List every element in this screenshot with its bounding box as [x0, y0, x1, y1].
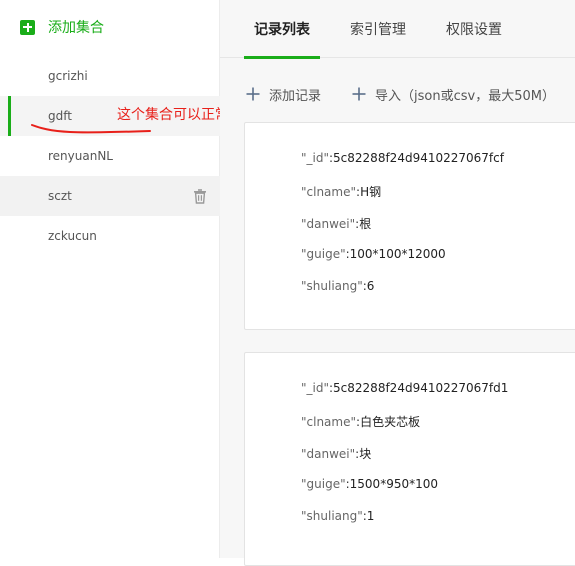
record-field-clname: "clname":白色夹芯板: [301, 415, 421, 429]
record-field-id: "_id":5c82288f24d9410227067fd1: [301, 381, 509, 395]
add-collection-label: 添加集合: [48, 20, 104, 36]
collection-list: gcrizhi gdft renyuanNL sczt zckucun: [0, 56, 220, 256]
collection-item-gcrizhi[interactable]: gcrizhi: [0, 56, 220, 96]
add-record-label: 添加记录: [269, 88, 322, 104]
import-button[interactable]: 导入（json或csv，最大50M）: [352, 76, 555, 112]
record-toolbar: 添加记录 导入（json或csv，最大50M）: [220, 76, 575, 112]
collection-item-label: sczt: [48, 189, 72, 203]
import-label: 导入（json或csv，最大50M）: [375, 88, 555, 104]
collection-item-label: gdft: [48, 109, 72, 123]
trash-icon[interactable]: [192, 188, 208, 204]
record-field-shuliang: "shuliang":6: [301, 279, 375, 293]
tab-bar: 记录列表 索引管理 权限设置: [220, 0, 575, 59]
add-collection-button[interactable]: 添加集合: [0, 0, 220, 54]
collection-item-sczt[interactable]: sczt: [0, 176, 220, 216]
collection-item-label: gcrizhi: [48, 69, 88, 83]
tab-records[interactable]: 记录列表: [244, 0, 320, 59]
record-field-id: "_id":5c82288f24d9410227067fcf: [301, 151, 504, 165]
collection-item-label: zckucun: [48, 229, 97, 243]
collection-sidebar: 添加集合 gcrizhi gdft renyuanNL sczt zckucun: [0, 0, 220, 558]
collection-item-renyuannl[interactable]: renyuanNL: [0, 136, 220, 176]
record-field-danwei: "danwei":块: [301, 447, 372, 461]
record-card[interactable]: "_id":5c82288f24d9410227067fd1 "clname":…: [244, 352, 575, 566]
add-record-button[interactable]: 添加记录: [246, 76, 321, 112]
record-card[interactable]: "_id":5c82288f24d9410227067fcf "clname":…: [244, 122, 575, 330]
tab-permission-settings[interactable]: 权限设置: [446, 0, 502, 58]
record-field-guige: "guige":100*100*12000: [301, 247, 446, 261]
main-panel: 记录列表 索引管理 权限设置 添加记录 导入（json或csv，最大50M） "…: [220, 0, 575, 566]
record-field-danwei: "danwei":根: [301, 217, 372, 231]
tab-index-management[interactable]: 索引管理: [350, 0, 406, 58]
record-field-clname: "clname":H钢: [301, 185, 382, 199]
record-field-guige: "guige":1500*950*100: [301, 477, 439, 491]
record-field-shuliang: "shuliang":1: [301, 509, 375, 523]
plus-icon: [352, 87, 366, 101]
plus-square-icon: [20, 19, 35, 35]
collection-item-label: renyuanNL: [48, 149, 113, 163]
plus-icon: [246, 87, 260, 101]
annotation-underline: [31, 124, 151, 134]
collection-item-zckucun[interactable]: zckucun: [0, 216, 220, 256]
